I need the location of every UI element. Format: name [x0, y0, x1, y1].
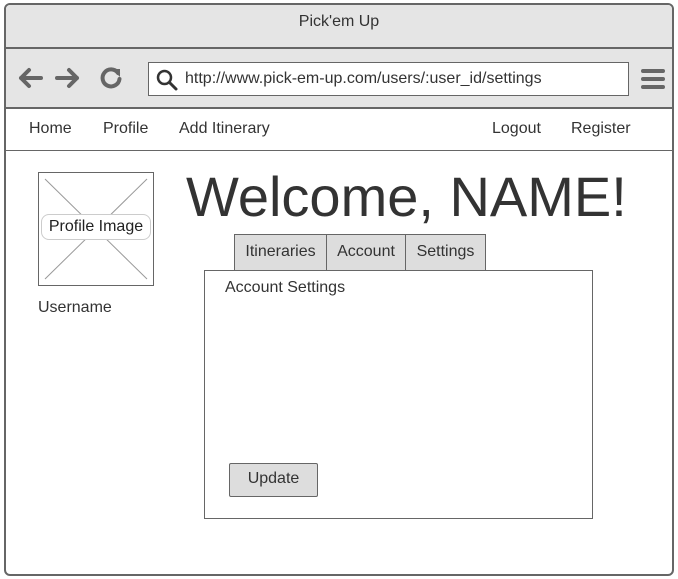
panel-title: Account Settings [225, 279, 346, 296]
tab-itineraries[interactable]: Itineraries [234, 234, 327, 271]
browser-window: Pick'em Up http://www.pick-em-up.com/use… [4, 3, 674, 576]
url-text: http://www.pick-em-up.com/users/:user_id… [185, 70, 542, 87]
nav-add-itinerary-link[interactable]: Add Itinerary [179, 109, 270, 149]
window-title: Pick'em Up [6, 5, 672, 49]
hamburger-menu-icon[interactable] [640, 66, 666, 92]
browser-toolbar: http://www.pick-em-up.com/users/:user_id… [6, 49, 672, 109]
profile-image-placeholder: Profile Image [38, 172, 154, 286]
settings-panel: Account Settings Update [204, 270, 593, 519]
reload-icon[interactable] [98, 65, 124, 91]
welcome-heading: Welcome, NAME! [186, 165, 627, 228]
arrow-right-icon[interactable] [54, 65, 80, 91]
nav-home-link[interactable]: Home [29, 109, 72, 149]
url-bar[interactable]: http://www.pick-em-up.com/users/:user_id… [148, 62, 629, 96]
nav-logout-link[interactable]: Logout [492, 109, 541, 149]
site-navbar: Home Profile Add Itinerary Logout Regist… [6, 109, 672, 151]
arrow-left-icon[interactable] [18, 65, 44, 91]
update-button[interactable]: Update [229, 463, 318, 497]
profile-image-label: Profile Image [41, 214, 151, 240]
nav-register-link[interactable]: Register [571, 109, 631, 149]
search-icon [155, 68, 179, 92]
username-label: Username [38, 299, 112, 316]
tab-account[interactable]: Account [326, 234, 406, 271]
nav-profile-link[interactable]: Profile [103, 109, 148, 149]
tab-settings[interactable]: Settings [405, 234, 486, 271]
